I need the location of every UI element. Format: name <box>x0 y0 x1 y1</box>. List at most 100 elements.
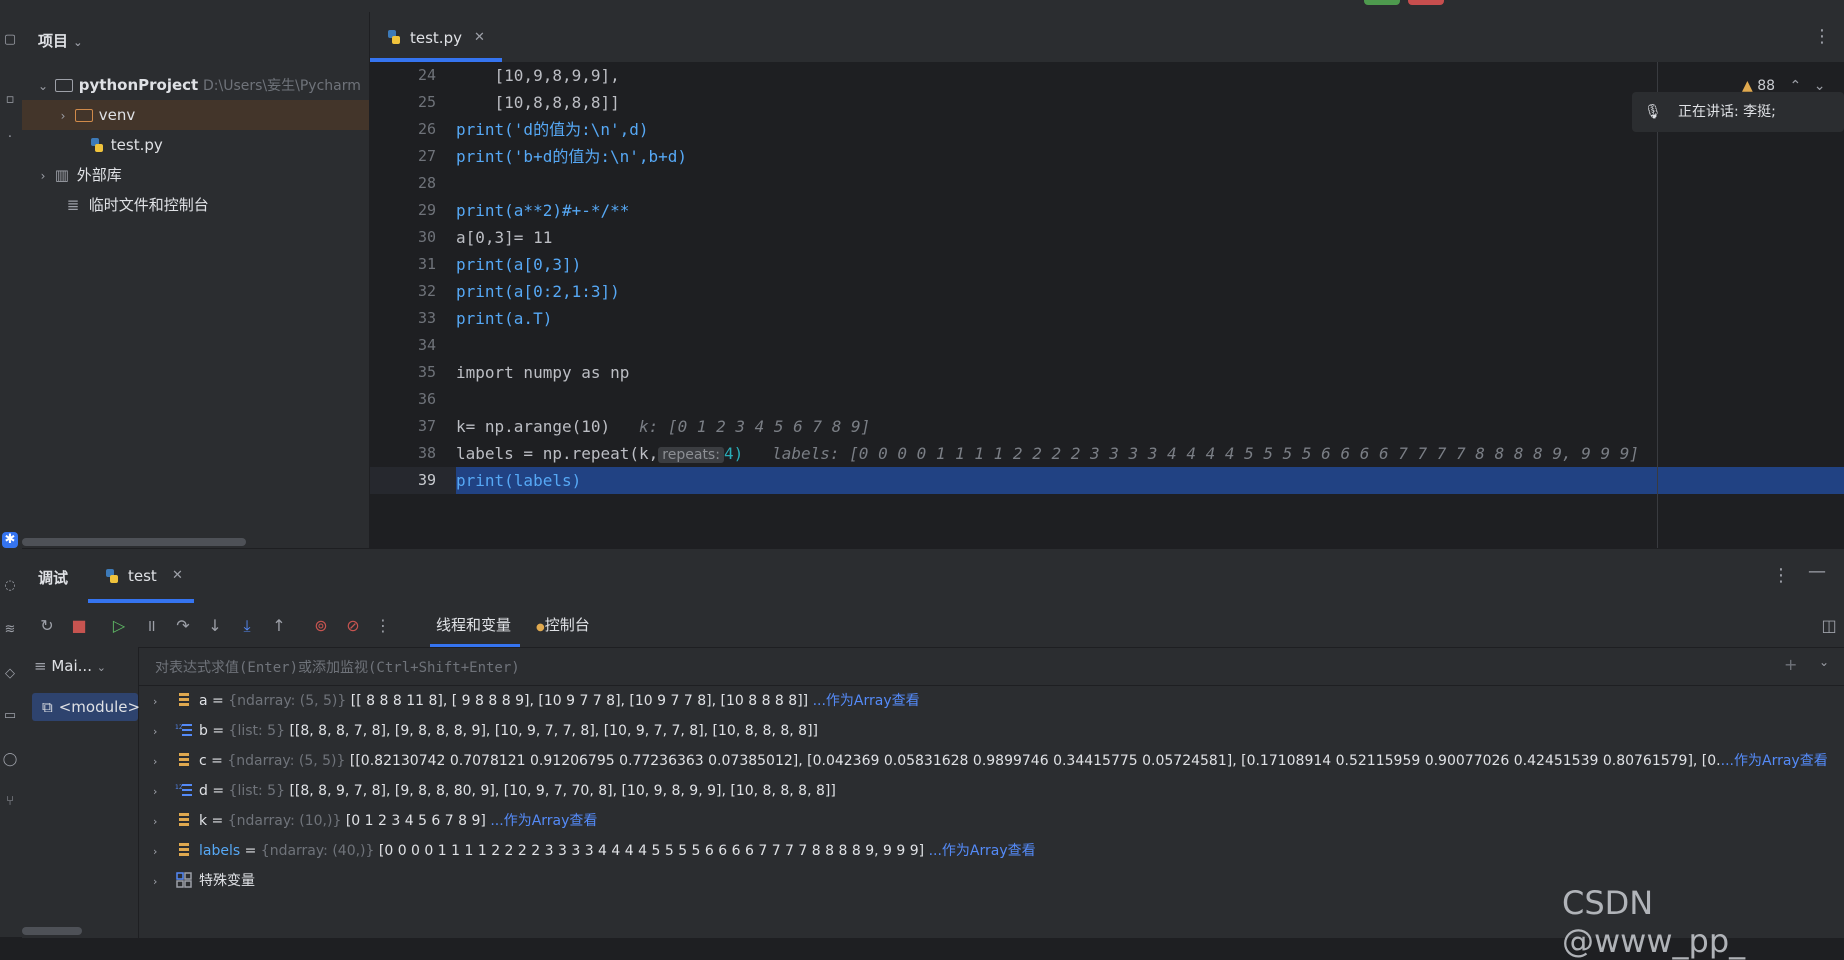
git-icon[interactable]: ⑂ <box>2 794 18 810</box>
close-icon[interactable]: ✕ <box>474 12 485 64</box>
code-line[interactable] <box>456 386 1844 413</box>
code-line[interactable]: print(a[0,3]) <box>456 251 1844 278</box>
python-packages-icon[interactable]: ◌ <box>2 578 18 594</box>
tree-item-label: pythonProject <box>78 76 199 94</box>
more-tools-icon[interactable]: · <box>2 130 18 146</box>
chevron-right-icon[interactable]: › <box>36 161 50 191</box>
view-as-array-link[interactable]: ...作为Array查看 <box>813 693 920 709</box>
view-as-array-link[interactable]: ...作为Array查看 <box>929 843 1036 859</box>
variable-row-labels[interactable]: › labels = {ndarray: (40,)} [0 0 0 0 1 1 … <box>139 836 1844 866</box>
view-breakpoints-icon[interactable]: ⊚ <box>310 615 332 637</box>
code-line-current[interactable]: print(labels) <box>456 467 1844 494</box>
code-line[interactable] <box>456 170 1844 197</box>
variable-row-d[interactable]: › 12 d = {list: 5} [[8, 8, 9, 7, 8], [9, 8… <box>139 776 1844 806</box>
code-line[interactable]: print(a.T) <box>456 305 1844 332</box>
code-line[interactable]: print(a[0:2,1:3]) <box>456 278 1844 305</box>
step-over-icon[interactable]: ↷ <box>172 615 194 637</box>
project-panel-title[interactable]: 项目 ⌄ <box>38 30 82 51</box>
line-number-current: 39 <box>370 467 456 494</box>
tree-item-test-py[interactable]: test.py <box>22 130 369 160</box>
thread-selector[interactable]: ≡ Mai... ⌄ <box>34 657 106 675</box>
more-actions-icon[interactable]: ⋮ <box>372 615 394 637</box>
code-area[interactable]: [10,9,8,9,9], [10,8,8,8,8]] print('d的值为:… <box>456 62 1844 548</box>
problems-icon[interactable]: ◯ <box>2 752 18 768</box>
variable-name: d <box>199 783 208 799</box>
resume-icon[interactable]: ▷ <box>108 615 130 637</box>
tree-item-external-libs[interactable]: › ▥ 外部库 <box>22 160 369 190</box>
tab-label: test.py <box>410 29 462 47</box>
step-into-my-code-icon[interactable]: ⤓ <box>236 615 258 637</box>
chevron-right-icon[interactable]: › <box>153 717 167 747</box>
close-icon[interactable]: ✕ <box>172 549 183 603</box>
scratches-icon: ≣ <box>66 196 80 214</box>
pause-icon[interactable]: ॥ <box>140 615 162 637</box>
project-hscrollbar[interactable] <box>22 538 246 546</box>
chevron-right-icon[interactable]: › <box>153 807 167 837</box>
chevron-right-icon[interactable]: › <box>153 687 167 717</box>
evaluate-expression-bar[interactable]: 对表达式求值(Enter)或添加监视(Ctrl+Shift+Enter) + ⌄ <box>139 647 1844 686</box>
more-options-icon[interactable]: ⋮ <box>1813 26 1831 47</box>
commit-tool-icon[interactable]: ▫ <box>2 92 18 108</box>
tree-item-venv[interactable]: › venv <box>22 100 369 130</box>
code-line[interactable]: k= np.arange(10) k: [0 1 2 3 4 5 6 7 8 9… <box>456 413 1844 440</box>
evaluate-placeholder: 对表达式求值(Enter)或添加监视(Ctrl+Shift+Enter) <box>155 660 520 676</box>
view-as-array-link[interactable]: ...作为Array查看 <box>490 813 597 829</box>
services-icon[interactable]: ◇ <box>2 666 18 682</box>
tab-debug-test[interactable]: test ✕ <box>88 549 194 603</box>
chevron-down-icon[interactable]: ⌄ <box>36 71 50 101</box>
array-icon <box>179 693 189 706</box>
line-number: 31 <box>417 255 436 273</box>
variable-type: {ndarray: (40,)} <box>260 843 375 859</box>
step-out-icon[interactable]: ↑ <box>268 615 290 637</box>
variable-name: c <box>199 753 207 769</box>
tab-test-py[interactable]: test.py ✕ <box>370 12 502 62</box>
code-line[interactable]: labels = np.repeat(k, repeats: 4) labels: … <box>456 440 1844 467</box>
stop-indicator[interactable] <box>1408 0 1444 5</box>
stop-icon[interactable]: ■ <box>68 615 90 637</box>
chevron-right-icon[interactable]: › <box>153 777 167 807</box>
tab-label: test <box>128 567 157 585</box>
layout-icon[interactable]: ◫ <box>1818 615 1840 637</box>
variable-row-c[interactable]: › c = {ndarray: (5, 5)} [[0.82130742 0.70… <box>139 746 1844 776</box>
run-indicator[interactable] <box>1364 0 1400 5</box>
code-line[interactable]: [10,9,8,9,9], <box>456 62 1844 89</box>
mute-breakpoints-icon[interactable]: ⊘ <box>342 615 364 637</box>
debug-tool-icon[interactable]: ✱ <box>2 532 18 548</box>
variable-row-b[interactable]: › 12 b = {list: 5} [[8, 8, 8, 7, 8], [9, 8… <box>139 716 1844 746</box>
layers-icon[interactable]: ≋ <box>2 622 18 638</box>
tab-threads-variables[interactable]: 线程和变量 <box>430 603 520 647</box>
line-number: 27 <box>417 147 436 165</box>
code-text: 4) <box>723 444 744 463</box>
rerun-icon[interactable]: ↻ <box>36 615 58 637</box>
add-watch-icon[interactable]: + <box>1784 655 1797 674</box>
variable-value: [[8, 8, 9, 7, 8], [9, 8, 8, 80, 9], [10,… <box>289 783 836 799</box>
chevron-right-icon[interactable]: › <box>153 837 167 867</box>
frames-hscrollbar[interactable] <box>22 927 82 935</box>
code-line[interactable]: print('b+d的值为:\n',b+d) <box>456 143 1844 170</box>
code-line[interactable]: import numpy as np <box>456 359 1844 386</box>
step-into-icon[interactable]: ↓ <box>204 615 226 637</box>
chevron-right-icon[interactable]: › <box>153 867 167 897</box>
variable-row-k[interactable]: › k = {ndarray: (10,)} [0 1 2 3 4 5 6 7 8… <box>139 806 1844 836</box>
tree-item-scratches[interactable]: ≣ 临时文件和控制台 <box>22 190 369 220</box>
code-line[interactable] <box>456 332 1844 359</box>
variable-value: [0 1 2 3 4 5 6 7 8 9] <box>345 813 486 829</box>
chevron-down-icon[interactable]: ⌄ <box>1819 655 1829 669</box>
inline-value-hint: labels: [0 0 0 0 1 1 1 1 2 2 2 2 3 3 3 3… <box>772 444 1640 463</box>
code-line[interactable]: a[0,3]= 11 <box>456 224 1844 251</box>
tab-console[interactable]: ●控制台 <box>536 603 590 647</box>
code-line[interactable]: print(a**2)#+-*/** <box>456 197 1844 224</box>
python-run-icon <box>106 569 118 583</box>
tree-item-project-root[interactable]: ⌄ pythonProject D:\Users\妄生\Pycharm <box>22 70 369 100</box>
terminal-icon[interactable]: ▭ <box>2 708 18 724</box>
chevron-down-icon[interactable]: ⌄ <box>73 36 82 49</box>
array-icon <box>179 813 189 826</box>
variable-row-a[interactable]: › a = {ndarray: (5, 5)} [[ 8 8 8 11 8], [… <box>139 686 1844 716</box>
view-as-array-link[interactable]: ...作为Array查看 <box>1721 753 1828 769</box>
chevron-right-icon[interactable]: › <box>153 747 167 777</box>
chevron-right-icon[interactable]: › <box>56 101 70 131</box>
frame-item-module[interactable]: ⧉ <module> <box>32 693 140 721</box>
project-tool-icon[interactable]: ▢ <box>2 32 18 48</box>
minimize-icon[interactable]: — <box>1808 561 1826 582</box>
more-options-icon[interactable]: ⋮ <box>1772 565 1790 586</box>
